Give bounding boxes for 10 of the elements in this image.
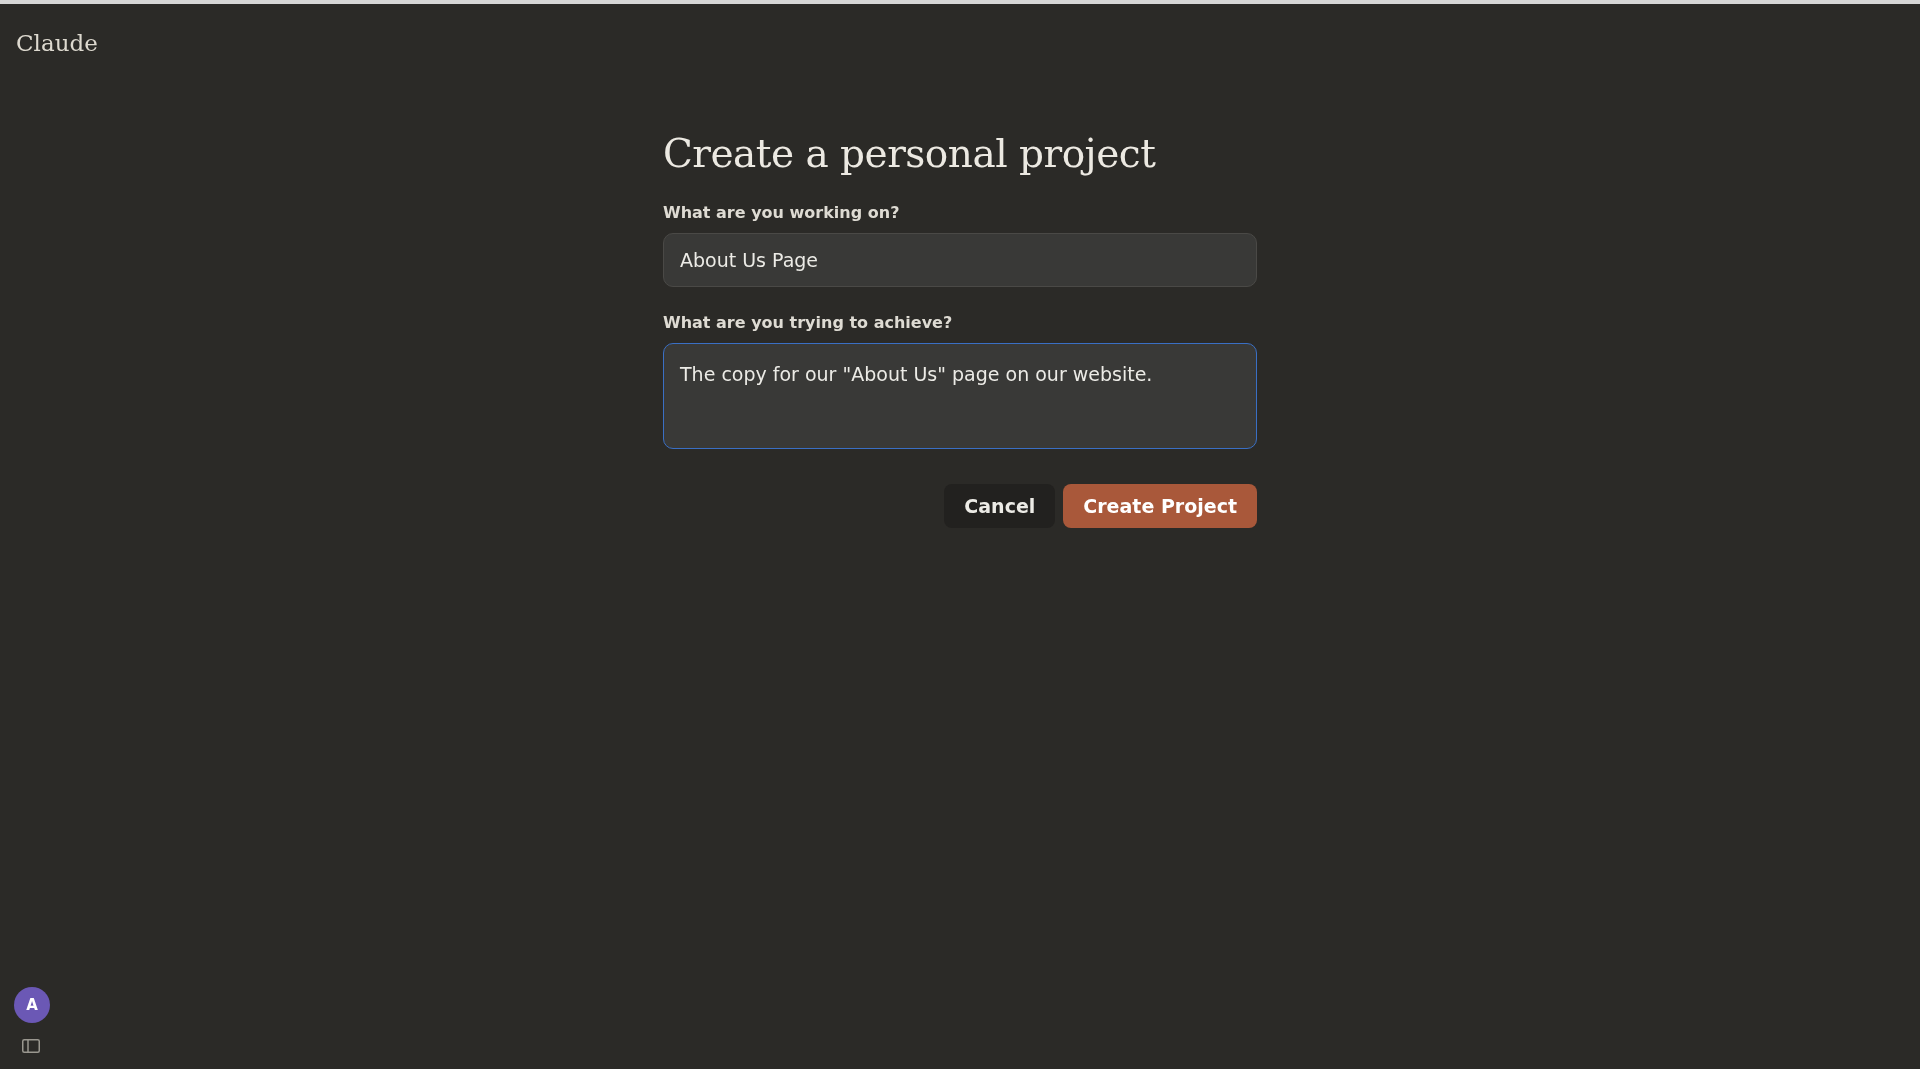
text-area[interactable]: The copy for our "About Us" page on our website. bbox=[663, 343, 1257, 450]
input-field[interactable]: About Us Page bbox=[663, 233, 1257, 288]
field-label: What are you trying to achieve? bbox=[663, 312, 954, 335]
app-logo[interactable]: Claude bbox=[0, 4, 98, 61]
page-title: Create a personal project bbox=[663, 130, 1157, 178]
field-label: What are you working on? bbox=[663, 202, 901, 225]
sidebar-toggle-icon[interactable] bbox=[22, 1039, 40, 1053]
user-avatar[interactable]: A bbox=[14, 987, 50, 1023]
create-button[interactable]: Create Project bbox=[1063, 484, 1257, 529]
cancel-button[interactable]: Cancel bbox=[944, 484, 1056, 529]
